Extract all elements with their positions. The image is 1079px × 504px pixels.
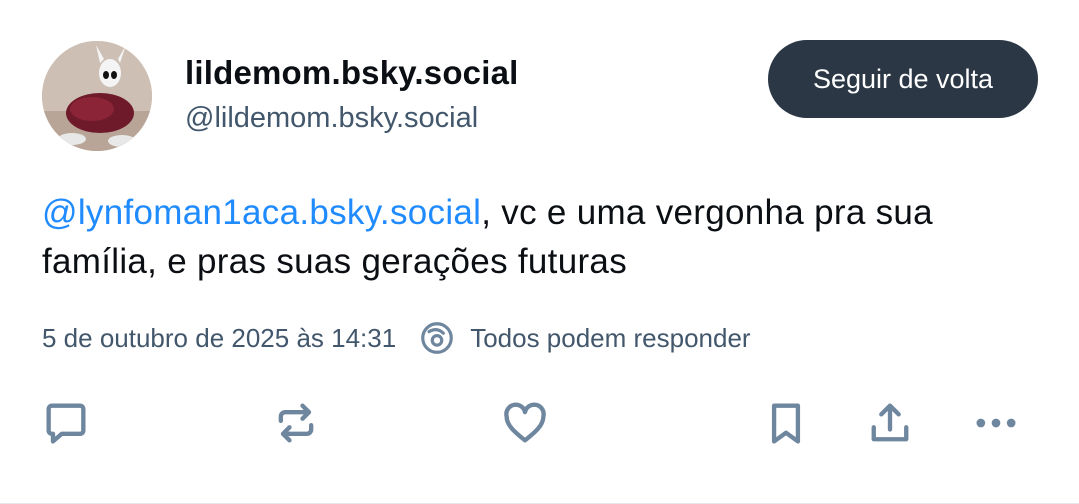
bookmark-icon [771,403,801,444]
timestamp[interactable]: 5 de outubro de 2025 às 14:31 [42,323,396,354]
like-icon [504,402,546,443]
reply-icon [46,403,86,444]
action-bar [0,395,1079,451]
post-meta: 5 de outubro de 2025 às 14:31 Todos pode… [42,318,751,358]
share-button[interactable] [862,395,918,451]
reply-button[interactable] [38,395,94,451]
more-icon [976,418,1016,428]
repost-button[interactable] [268,395,324,451]
follow-back-button[interactable]: Seguir de volta [768,40,1038,118]
repost-icon [278,403,314,443]
mention-link[interactable]: @lynfoman1aca.bsky.social [42,193,481,232]
bookmark-button[interactable] [758,395,814,451]
author-handle[interactable]: @lildemom.bsky.social [185,102,478,135]
post-text: @lynfoman1aca.bsky.social, vc e uma verg… [42,188,1042,286]
post-card: lildemom.bsky.social @lildemom.bsky.soci… [0,0,1079,504]
avatar-image [42,41,152,151]
reply-restriction-icon [421,322,454,354]
avatar[interactable] [42,41,152,151]
display-name[interactable]: lildemom.bsky.social [185,54,519,92]
more-options-button[interactable] [968,395,1024,451]
share-icon [871,403,909,442]
like-button[interactable] [497,395,553,451]
reply-setting[interactable]: Todos podem responder [470,323,750,354]
